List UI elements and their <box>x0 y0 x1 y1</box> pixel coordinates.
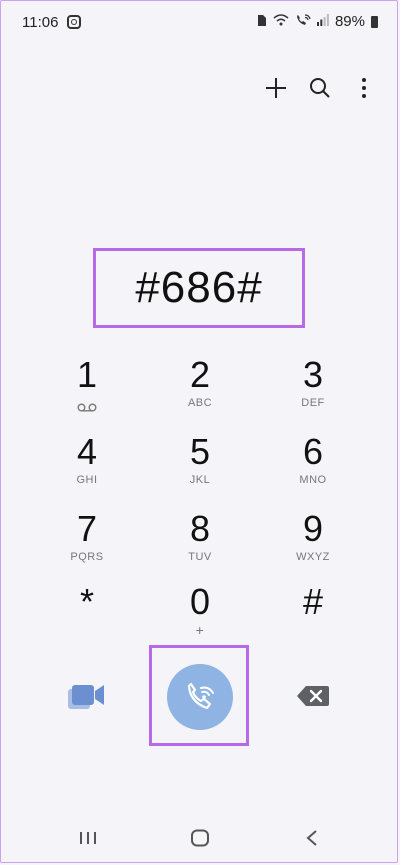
status-bar: 11:06 89% <box>22 10 378 36</box>
key-digit: 1 <box>76 354 98 395</box>
key-0[interactable]: 0 + <box>145 582 255 652</box>
key-digit: 4 <box>76 431 98 472</box>
key-digit: 5 <box>189 431 211 472</box>
key-letters: ABC <box>187 397 213 409</box>
video-call-icon[interactable] <box>66 680 108 714</box>
dialed-number: #686# <box>135 263 263 312</box>
key-digit: 8 <box>189 508 211 549</box>
backspace-icon[interactable] <box>296 684 330 708</box>
key-letters: WXYZ <box>296 551 330 563</box>
key-letters: MNO <box>299 474 327 486</box>
wifi-icon <box>273 14 289 29</box>
wifi-calling-icon <box>295 13 311 30</box>
key-1[interactable]: 1 <box>32 355 142 425</box>
key-letters: TUV <box>188 551 212 563</box>
signal-icon <box>316 14 329 29</box>
key-7[interactable]: 7 PQRS <box>32 509 142 579</box>
key-digit: 9 <box>302 508 324 549</box>
key-hash[interactable]: # <box>258 582 368 652</box>
dialed-number-display[interactable]: #686# <box>93 248 305 328</box>
instagram-icon <box>67 15 81 29</box>
key-digit: 6 <box>302 431 324 472</box>
navigation-bar <box>0 823 400 853</box>
more-icon[interactable] <box>352 76 376 100</box>
key-letters: + <box>195 622 205 638</box>
battery-text: 89% <box>334 13 365 30</box>
wifi-call-icon[interactable] <box>167 664 233 730</box>
add-icon[interactable] <box>264 76 288 100</box>
key-letters: DEF <box>301 397 325 409</box>
key-letters: GHI <box>76 474 98 486</box>
key-digit: 0 <box>189 581 211 622</box>
recent-apps-icon[interactable] <box>73 823 103 853</box>
key-letters: PQRS <box>70 551 104 563</box>
status-time: 11:06 <box>22 14 59 31</box>
key-8[interactable]: 8 TUV <box>145 509 255 579</box>
key-3[interactable]: 3 DEF <box>258 355 368 425</box>
key-letters: JKL <box>189 474 211 486</box>
sim-icon <box>257 14 267 30</box>
key-star[interactable]: * <box>32 582 142 652</box>
voicemail-icon <box>77 399 97 417</box>
key-2[interactable]: 2 ABC <box>145 355 255 425</box>
key-4[interactable]: 4 GHI <box>32 432 142 502</box>
key-digit: * <box>79 581 94 622</box>
search-icon[interactable] <box>308 76 332 100</box>
key-digit: 3 <box>302 354 324 395</box>
battery-icon <box>371 15 378 28</box>
home-icon[interactable] <box>185 823 215 853</box>
key-digit: # <box>302 581 324 622</box>
key-digit: 7 <box>76 508 98 549</box>
toolbar <box>264 76 376 100</box>
key-digit: 2 <box>189 354 211 395</box>
key-5[interactable]: 5 JKL <box>145 432 255 502</box>
key-9[interactable]: 9 WXYZ <box>258 509 368 579</box>
call-button-highlight <box>149 645 249 746</box>
key-6[interactable]: 6 MNO <box>258 432 368 502</box>
back-icon[interactable] <box>297 823 327 853</box>
